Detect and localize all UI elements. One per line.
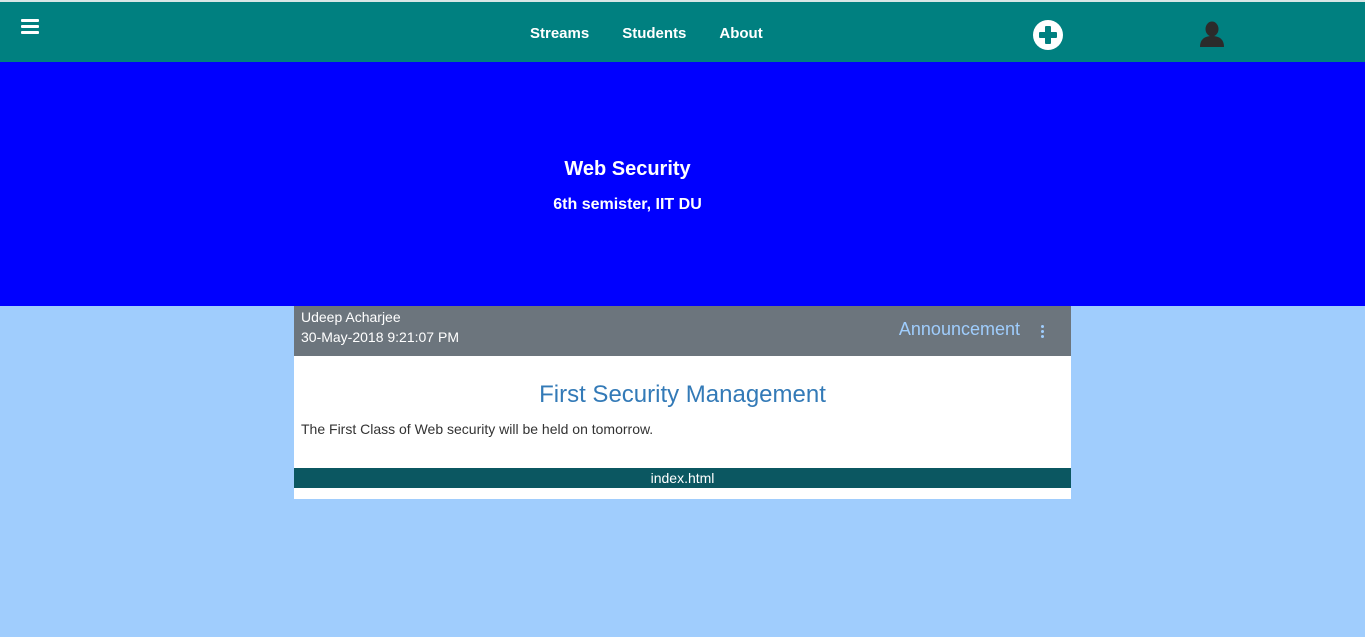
nav-students[interactable]: Students bbox=[622, 25, 686, 42]
course-subtitle: 6th semister, IIT DU bbox=[553, 196, 702, 213]
post-body: The First Class of Web security will be … bbox=[301, 421, 654, 437]
nav-about[interactable]: About bbox=[719, 25, 762, 42]
nav-streams[interactable]: Streams bbox=[530, 25, 589, 42]
post-author: Udeep Acharjee bbox=[301, 309, 401, 325]
post-title: First Security Management bbox=[539, 381, 826, 408]
course-banner: Web Security 6th semister, IIT DU bbox=[0, 62, 1365, 306]
course-title: Web Security bbox=[564, 158, 691, 180]
plus-circle-icon[interactable] bbox=[1033, 20, 1063, 50]
post-type-label: Announcement bbox=[898, 319, 1020, 339]
kebab-menu-icon[interactable] bbox=[1040, 324, 1046, 340]
user-icon[interactable] bbox=[1198, 20, 1226, 48]
announcement-card: Udeep Acharjee 30-May-2018 9:21:07 PM An… bbox=[294, 306, 1071, 499]
top-navbar: Streams Students About bbox=[0, 0, 1365, 62]
divider bbox=[294, 356, 1071, 360]
card-header: Udeep Acharjee 30-May-2018 9:21:07 PM An… bbox=[294, 306, 1071, 356]
post-date: 30-May-2018 9:21:07 PM bbox=[301, 329, 459, 345]
main-nav: Streams Students About bbox=[530, 25, 763, 42]
hamburger-menu-icon[interactable] bbox=[21, 19, 39, 35]
attachment-link[interactable]: index.html bbox=[294, 468, 1071, 488]
